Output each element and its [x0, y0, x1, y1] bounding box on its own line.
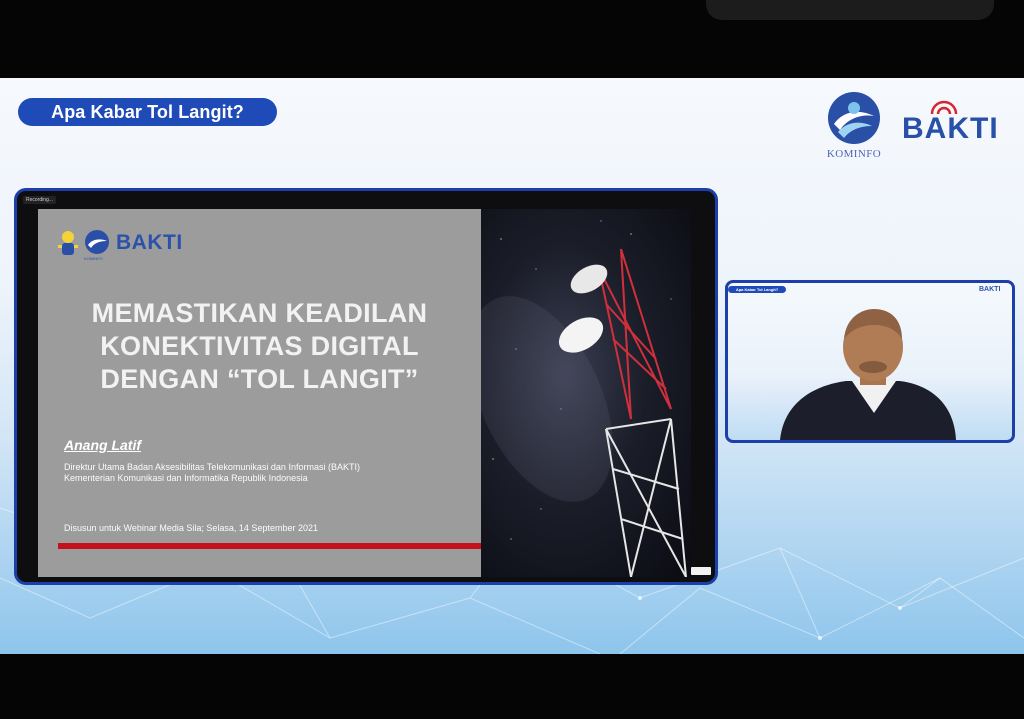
presentation-window[interactable]: Recording... KOMINFO BAKTI MEMASTIKAN KE…: [14, 188, 718, 585]
slide-kominfo-text: KOMINFO: [84, 256, 103, 261]
slide-title-line: MEMASTIKAN KEADILAN: [91, 298, 428, 328]
accent-red-bar: [58, 543, 495, 549]
speaker-person-graphic: [780, 309, 956, 440]
speaker-video-window[interactable]: Apa Kabar Tol Langit? BAKTI: [725, 280, 1015, 443]
self-view-thumbnail[interactable]: [691, 567, 711, 575]
telecom-tower-image: [481, 209, 691, 577]
speaker-desc-line: Kementerian Komunikasi dan Informatika R…: [64, 473, 308, 483]
top-black-bar: [0, 0, 1024, 78]
kominfo-logo: KOMINFO: [822, 90, 886, 162]
slide-logos: KOMINFO BAKTI: [54, 227, 194, 263]
slide-bakti-text: BAKTI: [116, 231, 183, 254]
kominfo-small-icon: [85, 230, 109, 254]
bottom-black-bar: [0, 654, 1024, 719]
bakti-logo: BAKTI: [902, 100, 1012, 148]
mascot-icon: [58, 231, 78, 255]
slide-title-line: KONEKTIVITAS DIGITAL: [100, 331, 419, 361]
speaker-desc-line: Direktur Utama Badan Aksesibilitas Telek…: [64, 462, 360, 472]
slide-title: MEMASTIKAN KEADILAN KONEKTIVITAS DIGITAL…: [38, 297, 481, 396]
slide-title-line: DENGAN “TOL LANGIT”: [100, 364, 419, 394]
kominfo-emblem-icon: [828, 92, 880, 144]
webinar-title-pill: Apa Kabar Tol Langit?: [18, 98, 277, 126]
slide-text-panel: KOMINFO BAKTI MEMASTIKAN KEADILAN KONEKT…: [38, 209, 495, 577]
bakti-logo-text: BAKTI: [902, 112, 999, 145]
speaker-name: Anang Latif: [64, 437, 141, 453]
recording-indicator: Recording...: [23, 196, 56, 204]
webinar-stage: Apa Kabar Tol Langit? KOMINFO BAKTI Reco…: [0, 78, 1024, 654]
tower-photo-graphic: [481, 220, 687, 577]
slide-footer: Disusun untuk Webinar Media Sila; Selasa…: [64, 523, 318, 533]
top-control-pill[interactable]: [706, 0, 994, 20]
speaker-description: Direktur Utama Badan Aksesibilitas Telek…: [64, 462, 464, 484]
kominfo-logo-text: KOMINFO: [826, 148, 882, 160]
